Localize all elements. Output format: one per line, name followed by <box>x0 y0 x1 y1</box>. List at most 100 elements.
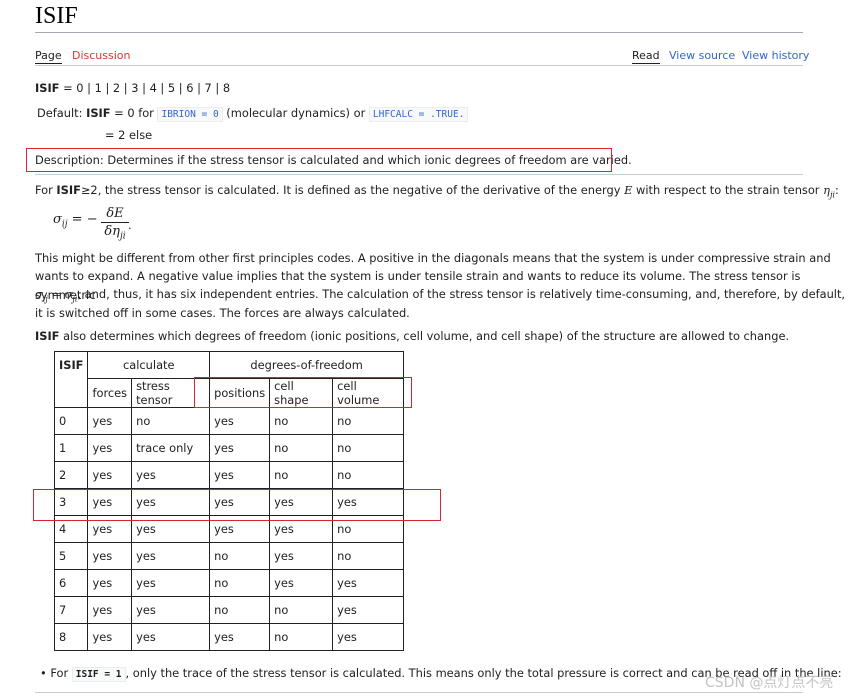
cell-forces: yes <box>87 461 133 489</box>
cell-shape: no <box>269 461 334 489</box>
intro-text: , the stress tensor is calculated. It is… <box>97 183 625 197</box>
tag-values: = 0 | 1 | 2 | 3 | 4 | 5 | 6 | 7 | 8 <box>63 81 231 95</box>
page-title: ISIF <box>35 3 78 29</box>
bullet-pre: For <box>50 666 72 680</box>
eq-fraction: δE δηji <box>101 205 129 246</box>
watermark: CSDN @点灯点不亮 <box>705 675 834 691</box>
intro-tag: ISIF <box>56 183 81 197</box>
body-line-4: it is switched off in some cases. The fo… <box>35 306 410 320</box>
sym-sigma: σ <box>35 287 43 301</box>
cell-forces: yes <box>87 596 133 624</box>
body-isif-tag: ISIF <box>35 329 60 343</box>
cell-stress: yes <box>131 461 211 489</box>
default-label: Default: <box>37 106 87 120</box>
annotation-box-row-3 <box>33 489 441 521</box>
cell-positions: no <box>209 542 271 570</box>
cell-isif: 2 <box>53 461 89 489</box>
cell-positions: no <box>209 569 271 597</box>
table-row: 5 yes yes no yes no <box>53 542 405 570</box>
table-row: 8 yes yes yes no yes <box>53 623 405 651</box>
tabs-divider <box>35 65 803 66</box>
sym-eq: = σ <box>47 287 73 301</box>
cell-positions: yes <box>209 623 271 651</box>
cell-stress: trace only <box>131 434 211 462</box>
default-tag: ISIF <box>86 106 111 120</box>
cell-positions: no <box>209 596 271 624</box>
cell-forces: yes <box>87 407 133 435</box>
header-dof: degrees-of-freedom <box>209 351 405 379</box>
eq-numerator: δE <box>101 205 129 223</box>
eq-period: . <box>128 218 132 232</box>
cell-positions: yes <box>209 434 271 462</box>
tag-definition-line: ISIF = 0 | 1 | 2 | 3 | 4 | 5 | 6 | 7 | 8 <box>35 81 230 95</box>
cell-isif: 6 <box>53 569 89 597</box>
title-divider <box>35 32 803 33</box>
cell-stress: yes <box>131 542 211 570</box>
annotation-box-dof-headers <box>194 377 412 408</box>
bullet-code: ISIF = 1 <box>71 667 126 682</box>
intro-end: : <box>835 183 839 197</box>
cell-positions: yes <box>209 407 271 435</box>
cell-volume: no <box>332 542 405 570</box>
intro-text2: with respect to the strain tensor <box>632 183 824 197</box>
cell-stress: yes <box>131 596 211 624</box>
tab-view-history[interactable]: View history <box>742 49 809 62</box>
cell-stress: yes <box>131 569 211 597</box>
default-line: Default: ISIF = 0 for IBRION = 0 (molecu… <box>37 106 469 122</box>
table-row: 7 yes yes no no yes <box>53 596 405 624</box>
ibrion-link[interactable]: IBRION = 0 <box>157 107 223 122</box>
stress-equation: σij = − <box>53 212 98 230</box>
description-divider <box>35 174 803 175</box>
cell-isif: 5 <box>53 542 89 570</box>
cell-shape: no <box>269 596 334 624</box>
intro-pre: For <box>35 183 57 197</box>
cell-isif: 8 <box>53 623 89 651</box>
bottom-divider <box>35 692 803 693</box>
cell-forces: yes <box>87 569 133 597</box>
bullet-dot: • <box>40 666 47 680</box>
cell-isif: 7 <box>53 596 89 624</box>
body-line-3-text: , and, thus, it has six independent entr… <box>77 287 846 301</box>
intro-paragraph: For ISIF≥2, the stress tensor is calcula… <box>35 181 839 205</box>
tab-page[interactable]: Page <box>35 49 62 64</box>
cell-shape: no <box>269 434 334 462</box>
eq-equals: = − <box>67 212 98 227</box>
eq-denominator-sub: ji <box>119 231 126 242</box>
cell-forces: yes <box>87 623 133 651</box>
body-line-5-text: also determines which degrees of freedom… <box>59 329 790 343</box>
cell-isif: 0 <box>53 407 89 435</box>
intro-cond: ≥2 <box>80 183 98 197</box>
cell-shape: yes <box>269 569 334 597</box>
tab-read[interactable]: Read <box>632 49 660 64</box>
eq-denominator: δη <box>104 224 120 239</box>
body-line-5: ISIF also determines which degrees of fr… <box>35 327 789 346</box>
eta-symbol: η <box>823 183 830 197</box>
molecular-text: (molecular dynamics) or <box>222 106 369 120</box>
tab-discussion[interactable]: Discussion <box>72 49 131 62</box>
table-header-row: ISIF calculate degrees-of-freedom <box>53 351 405 408</box>
table-row: 6 yes yes no yes yes <box>53 569 405 597</box>
header-calculate: calculate <box>87 351 211 379</box>
default-eq0: = 0 for <box>110 106 158 120</box>
table-row: 0 yes no yes no no <box>53 407 405 435</box>
cell-volume: no <box>332 407 405 435</box>
cell-stress: yes <box>131 623 211 651</box>
eq-sigma: σ <box>53 212 62 227</box>
default-else: = 2 else <box>105 128 153 142</box>
cell-forces: yes <box>87 542 133 570</box>
cell-stress: no <box>131 407 211 435</box>
cell-volume: yes <box>332 569 405 597</box>
lhfcalc-link[interactable]: LHFCALC = .TRUE. <box>368 107 469 122</box>
cell-shape: no <box>269 623 334 651</box>
annotation-box-description <box>26 148 612 172</box>
tag-name: ISIF <box>35 81 60 95</box>
cell-forces: yes <box>87 434 133 462</box>
cell-volume: yes <box>332 623 405 651</box>
subheader-forces: forces <box>87 378 133 408</box>
tab-view-source[interactable]: View source <box>669 49 735 62</box>
header-isif: ISIF <box>53 351 89 408</box>
cell-shape: no <box>269 407 334 435</box>
cell-volume: yes <box>332 596 405 624</box>
cell-shape: yes <box>269 542 334 570</box>
table-row: 1 yes trace only yes no no <box>53 434 405 462</box>
